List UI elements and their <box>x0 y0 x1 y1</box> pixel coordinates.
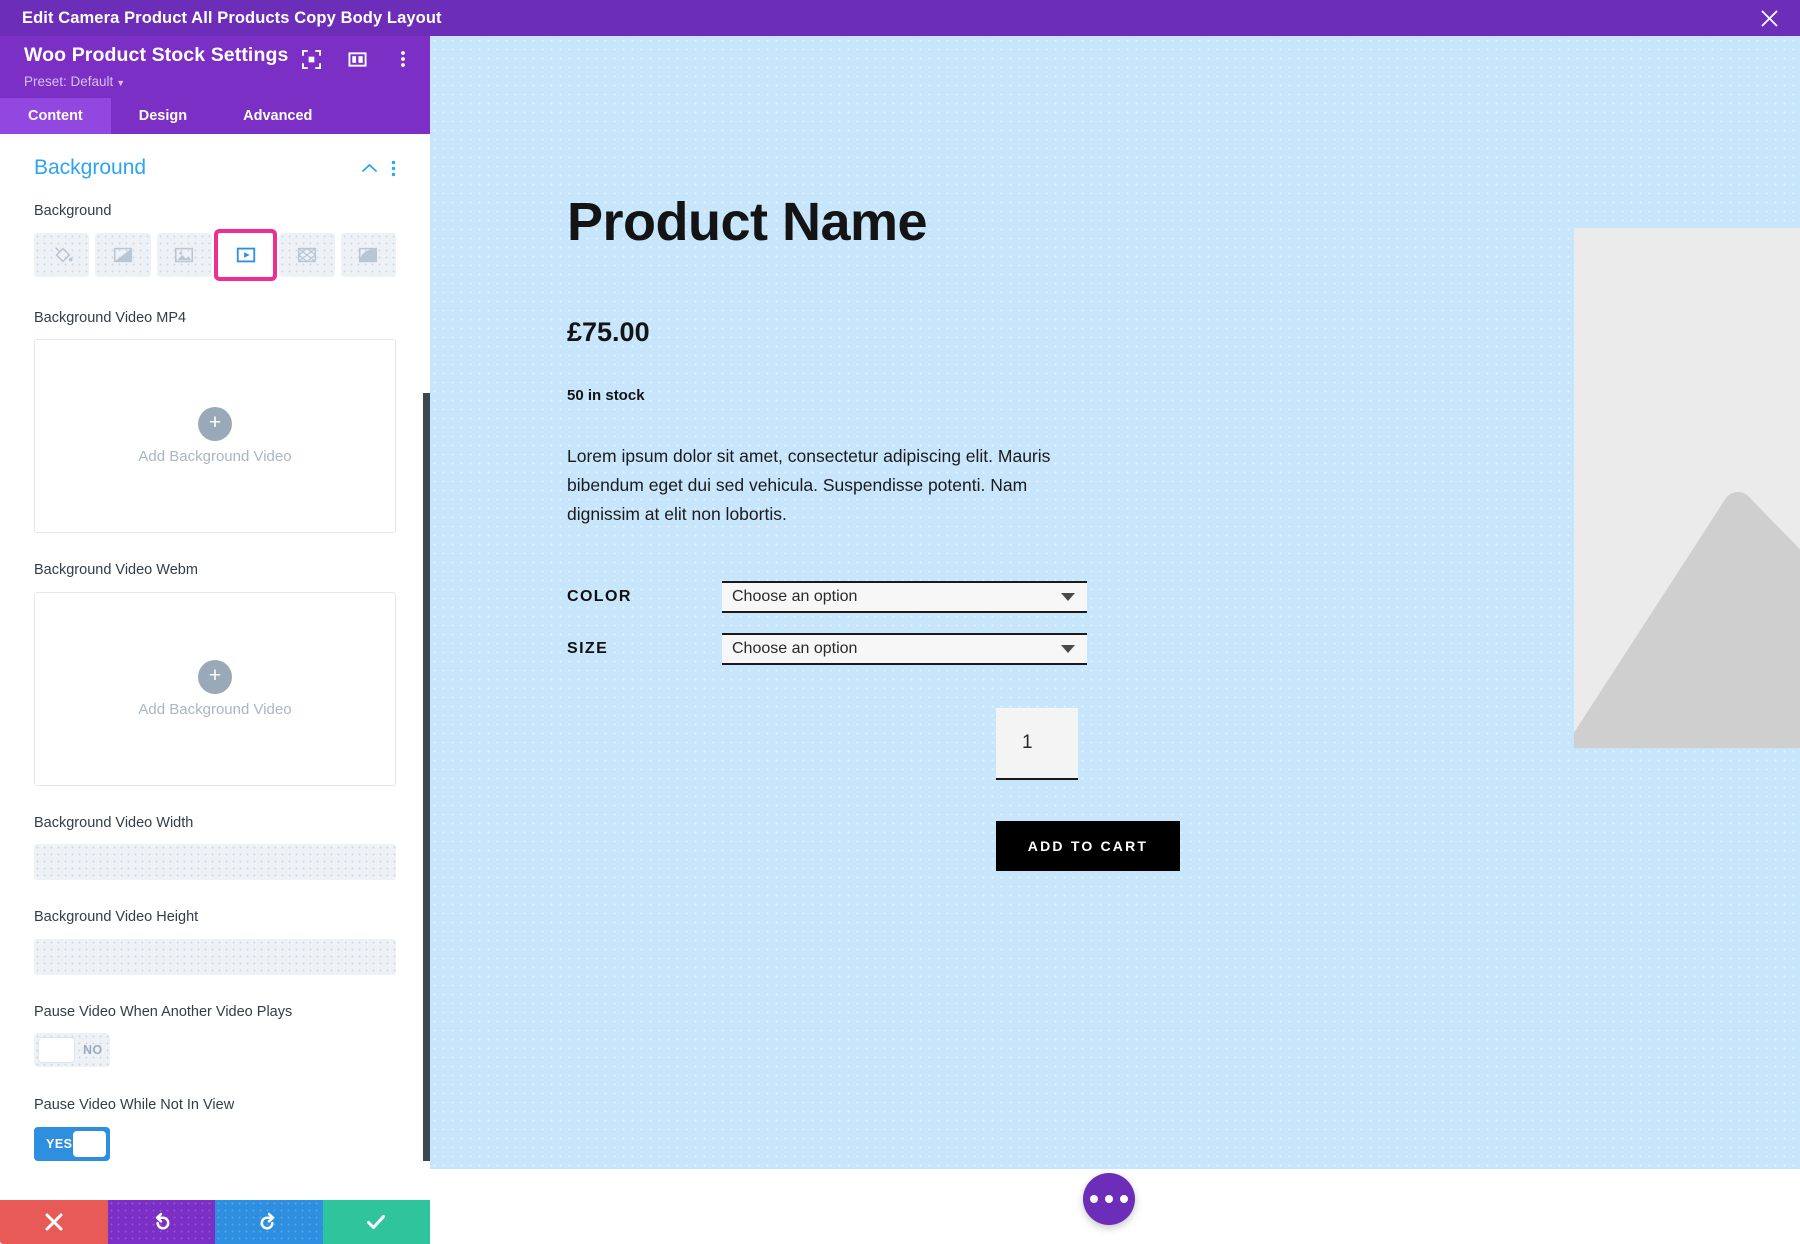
module-title: Woo Product Stock Settings <box>24 44 289 66</box>
ellipsis-dot <box>1105 1195 1113 1203</box>
attribute-row-size: SIZE Choose an option <box>567 633 1087 665</box>
layout-columns-icon[interactable] <box>346 48 368 70</box>
product-title: Product Name <box>567 192 928 252</box>
pause-other-video-toggle[interactable]: NO <box>34 1033 110 1068</box>
chevron-down-icon <box>1061 593 1075 601</box>
product-stock-status: 50 in stock <box>567 387 645 404</box>
size-select-value: Choose an option <box>732 640 858 657</box>
product-price: £75.00 <box>567 317 650 347</box>
background-type-selector <box>34 232 396 277</box>
panel-scrollbar[interactable] <box>423 393 430 1161</box>
background-color-icon[interactable] <box>34 232 90 277</box>
webm-field-label: Background Video Webm <box>34 562 198 579</box>
chevron-down-icon <box>1061 645 1075 653</box>
close-icon[interactable] <box>1756 5 1782 31</box>
attribute-label-color: COLOR <box>567 588 632 605</box>
product-image-placeholder <box>1574 228 1800 748</box>
video-width-label: Background Video Width <box>34 814 194 831</box>
preset-dropdown[interactable]: Preset: Default ▼ <box>24 74 125 89</box>
panel-action-bar <box>0 1200 430 1244</box>
cancel-button[interactable] <box>0 1200 108 1244</box>
toggle-knob <box>72 1130 106 1157</box>
quantity-input[interactable]: 1 <box>996 708 1078 780</box>
toggle-knob <box>38 1037 75 1064</box>
color-select-value: Choose an option <box>732 588 858 605</box>
background-video-icon[interactable] <box>217 232 274 277</box>
kebab-menu-icon[interactable] <box>392 48 414 70</box>
settings-scroll-area: Background Background Background Video M… <box>0 134 430 1200</box>
ellipsis-dot <box>1090 1195 1098 1203</box>
chevron-down-icon: ▼ <box>116 78 126 88</box>
video-width-input[interactable] <box>34 844 396 881</box>
chevron-up-icon[interactable] <box>362 163 377 173</box>
window-titlebar: Edit Camera Product All Products Copy Bo… <box>0 0 1800 36</box>
mp4-upload-box[interactable]: + Add Background Video <box>34 339 396 534</box>
image-placeholder-icon <box>1574 228 1800 748</box>
page-preview: Product Name £75.00 50 in stock Lorem ip… <box>430 36 1800 1169</box>
background-field-label: Background <box>34 203 112 219</box>
tabs-filler <box>340 98 430 134</box>
attribute-label-size: SIZE <box>567 640 609 657</box>
plus-icon: + <box>198 659 232 694</box>
undo-button[interactable] <box>107 1200 215 1244</box>
webm-upload-text: Add Background Video <box>138 700 292 718</box>
pause-other-video-label: Pause Video When Another Video Plays <box>34 1003 293 1020</box>
mp4-field-label: Background Video MP4 <box>34 309 187 326</box>
product-description: Lorem ipsum dolor sit amet, consectetur … <box>567 446 1051 524</box>
builder-menu-fab[interactable] <box>1083 1173 1135 1225</box>
preset-label: Preset: Default <box>24 74 114 89</box>
add-to-cart-button[interactable]: ADD TO CART <box>996 821 1180 871</box>
background-pattern-icon[interactable] <box>279 232 335 277</box>
video-height-label: Background Video Height <box>34 909 199 926</box>
ellipsis-dot <box>1120 1195 1128 1203</box>
section-title: Background <box>34 156 147 179</box>
background-image-icon[interactable] <box>156 232 212 277</box>
tab-advanced[interactable]: Advanced <box>215 98 340 134</box>
window-title: Edit Camera Product All Products Copy Bo… <box>22 8 442 27</box>
background-mask-icon[interactable] <box>340 232 396 277</box>
section-kebab-menu-icon[interactable] <box>391 160 396 177</box>
mp4-upload-text: Add Background Video <box>138 448 292 466</box>
settings-tabs: Content Design Advanced <box>0 98 430 134</box>
color-select[interactable]: Choose an option <box>722 581 1087 613</box>
focus-target-icon[interactable] <box>300 48 322 70</box>
video-height-input[interactable] <box>34 938 396 975</box>
save-button[interactable] <box>322 1200 430 1244</box>
tab-design[interactable]: Design <box>111 98 215 134</box>
panel-header: Woo Product Stock Settings Preset: Defau… <box>0 36 430 98</box>
pause-other-video-state: NO <box>83 1043 103 1058</box>
background-section-header: Background <box>34 156 396 180</box>
tab-content[interactable]: Content <box>0 98 111 134</box>
webm-upload-box[interactable]: + Add Background Video <box>34 591 396 786</box>
pause-not-in-view-state: YES <box>46 1136 73 1151</box>
plus-icon: + <box>198 407 232 442</box>
pause-not-in-view-toggle[interactable]: YES <box>34 1126 110 1161</box>
size-select[interactable]: Choose an option <box>722 633 1087 665</box>
redo-button[interactable] <box>215 1200 323 1244</box>
background-gradient-icon[interactable] <box>95 232 151 277</box>
module-settings-panel: Woo Product Stock Settings Preset: Defau… <box>0 36 430 1244</box>
attribute-row-color: COLOR Choose an option <box>567 581 1087 613</box>
divi-builder-screen: Edit Camera Product All Products Copy Bo… <box>0 0 1800 1244</box>
pause-not-in-view-label: Pause Video While Not In View <box>34 1097 235 1114</box>
